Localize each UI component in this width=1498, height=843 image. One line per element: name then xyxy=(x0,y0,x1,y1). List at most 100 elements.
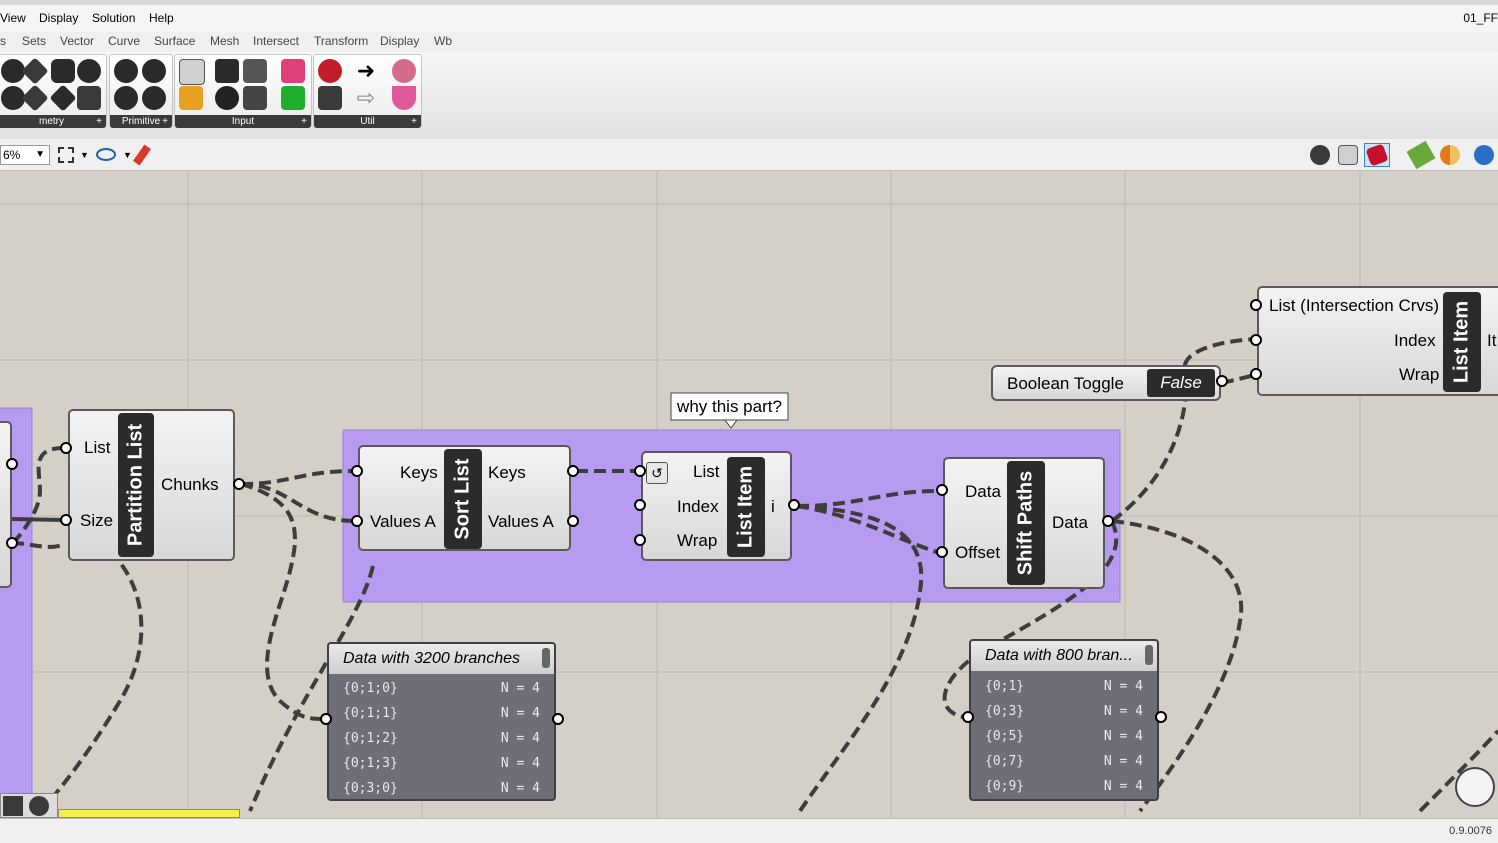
input-grip[interactable] xyxy=(351,465,363,477)
input-grip[interactable] xyxy=(962,711,974,723)
tree-icon[interactable] xyxy=(3,796,23,816)
menu-help[interactable]: Help xyxy=(149,11,174,25)
input-index[interactable]: Index xyxy=(1394,331,1436,351)
canvas-navigation-dial[interactable] xyxy=(1455,767,1495,807)
button-icon[interactable] xyxy=(215,86,239,110)
input-list[interactable]: List xyxy=(693,462,719,482)
input-grip[interactable] xyxy=(936,546,948,558)
tab-transform[interactable]: Transform xyxy=(314,34,368,48)
menu-view[interactable]: View xyxy=(0,11,26,25)
input-grip[interactable] xyxy=(634,465,646,477)
reverse-icon[interactable]: ↺ xyxy=(646,462,668,484)
zoom-extents-icon[interactable] xyxy=(58,147,74,163)
eye-icon[interactable] xyxy=(96,148,116,161)
tab-mesh[interactable]: Mesh xyxy=(210,34,239,48)
geometry-icon[interactable] xyxy=(29,796,49,816)
material-icon[interactable] xyxy=(1440,145,1460,165)
tab-s[interactable]: s xyxy=(0,34,6,48)
tab-display[interactable]: Display xyxy=(380,34,419,48)
input-grip[interactable] xyxy=(936,484,948,496)
panel-scrollbar[interactable] xyxy=(1145,645,1153,665)
integer-icon[interactable] xyxy=(114,86,138,110)
nickname-bar[interactable]: Sort List xyxy=(444,449,482,549)
nickname-bar[interactable]: Partition List xyxy=(118,413,154,557)
brep-icon[interactable] xyxy=(51,59,75,83)
ribbon-label-geometry[interactable]: metry + xyxy=(0,115,106,128)
toggle-value[interactable]: False xyxy=(1147,369,1215,397)
shift-paths-component[interactable]: Data Offset Shift Paths Data xyxy=(943,457,1105,589)
input-values-a[interactable]: Values A xyxy=(370,512,436,532)
ribbon-label-primitive[interactable]: Primitive + xyxy=(110,115,172,128)
output-grip[interactable] xyxy=(567,465,579,477)
boolean-icon[interactable] xyxy=(142,59,166,83)
preview-selected-icon[interactable] xyxy=(1406,140,1436,170)
menu-solution[interactable]: Solution xyxy=(92,11,135,25)
tree-icon[interactable] xyxy=(318,86,342,110)
expand-icon[interactable]: + xyxy=(96,115,102,128)
output-values-a[interactable]: Values A xyxy=(488,512,554,532)
point-icon[interactable] xyxy=(21,84,49,112)
output-grip[interactable] xyxy=(6,537,18,549)
arrow-outline-icon[interactable]: ⇨ xyxy=(354,86,378,110)
input-index[interactable]: Index xyxy=(677,497,719,517)
output-grip[interactable] xyxy=(233,478,245,490)
output-chunks[interactable]: Chunks xyxy=(161,475,219,495)
input-wrap[interactable]: Wrap xyxy=(677,531,717,551)
output-grip[interactable] xyxy=(567,515,579,527)
output-keys[interactable]: Keys xyxy=(488,463,526,483)
chevron-down-icon[interactable]: ▼ xyxy=(80,150,89,160)
input-grip[interactable] xyxy=(60,442,72,454)
arrow-right-icon[interactable]: ➜ xyxy=(354,59,378,83)
input-size[interactable]: Size xyxy=(80,511,113,531)
sort-list-component[interactable]: Keys Values A Sort List Keys Values A xyxy=(358,445,571,551)
preview-none-icon[interactable] xyxy=(1310,145,1330,165)
menu-display[interactable]: Display xyxy=(39,11,78,25)
vector-icon[interactable] xyxy=(49,84,77,112)
nickname-bar[interactable]: List Item xyxy=(1443,292,1481,392)
matrix-icon[interactable] xyxy=(281,86,305,110)
ribbon-label-util[interactable]: Util + xyxy=(314,115,421,128)
data-panel-left[interactable]: Data with 3200 branches {0;1;0} N = 4 {0;… xyxy=(327,642,556,801)
input-grip[interactable] xyxy=(60,514,72,526)
ribbon-label-input[interactable]: Input + xyxy=(175,115,311,128)
scribble-note[interactable]: why this part? xyxy=(671,393,788,420)
input-keys[interactable]: Keys xyxy=(400,463,438,483)
expand-icon[interactable]: + xyxy=(301,115,307,128)
tab-surface[interactable]: Surface xyxy=(154,34,195,48)
input-grip[interactable] xyxy=(1250,299,1262,311)
output-grip[interactable] xyxy=(6,458,18,470)
yellow-note[interactable] xyxy=(58,809,240,818)
import-icon[interactable] xyxy=(179,59,205,85)
box-icon[interactable] xyxy=(77,86,101,110)
partial-component-left[interactable] xyxy=(0,421,12,588)
input-data[interactable]: Data xyxy=(965,482,1001,502)
output-grip[interactable] xyxy=(788,499,800,511)
chevron-down-icon[interactable]: ▼ xyxy=(123,150,132,160)
tab-sets[interactable]: Sets xyxy=(22,34,46,48)
input-offset[interactable]: Offset xyxy=(955,543,1000,563)
graph-icon[interactable] xyxy=(179,86,203,110)
partition-list-component[interactable]: List Size Partition List Chunks xyxy=(68,409,235,561)
expand-icon[interactable]: + xyxy=(162,115,168,128)
data-panel-right[interactable]: Data with 800 bran... {0;1} N = 4 {0;3} N … xyxy=(969,639,1159,801)
grasshopper-canvas[interactable]: List Size Partition List Chunks Keys Val… xyxy=(0,171,1498,818)
output-data[interactable]: Data xyxy=(1052,513,1088,533)
slider-icon[interactable] xyxy=(243,59,267,83)
number-icon[interactable] xyxy=(114,59,138,83)
tab-vector[interactable]: Vector xyxy=(60,34,94,48)
expand-icon[interactable]: + xyxy=(411,115,417,128)
input-grip[interactable] xyxy=(1250,368,1262,380)
input-grip[interactable] xyxy=(320,713,332,725)
boolean-toggle[interactable]: Boolean Toggle False xyxy=(991,365,1221,401)
surface-icon[interactable] xyxy=(21,57,49,85)
flask-icon[interactable] xyxy=(392,86,416,110)
tab-wb[interactable]: Wb xyxy=(434,34,452,48)
output-grip[interactable] xyxy=(1155,711,1167,723)
cherry-icon[interactable] xyxy=(318,59,342,83)
input-wrap[interactable]: Wrap xyxy=(1399,365,1439,385)
input-grip[interactable] xyxy=(634,499,646,511)
tab-curve[interactable]: Curve xyxy=(108,34,140,48)
input-grip[interactable] xyxy=(351,515,363,527)
value-list-icon[interactable] xyxy=(243,86,267,110)
input-grip[interactable] xyxy=(1250,334,1262,346)
